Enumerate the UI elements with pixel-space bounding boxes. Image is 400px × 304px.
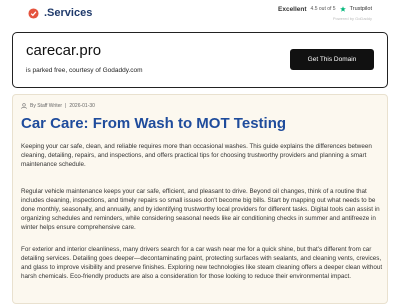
meta-separator: | [65,103,67,109]
article-paragraph: Regular vehicle maintenance keeps your c… [21,188,380,231]
top-bar: .Services Excellent 4.5 out of 5 Trustpi… [0,0,400,26]
brand-label: .Services [44,7,93,19]
article-title: Car Care: From Wash to MOT Testing [21,115,287,132]
article-date: 2026-01-30 [69,103,95,109]
article-paragraph: For exterior and interior cleanliness, m… [21,246,383,280]
domain-parked-card: carecar.pro is parked free, courtesy of … [12,32,388,88]
domain-name: carecar.pro [26,42,102,59]
parked-note: is parked free, courtesy of Godaddy.com [26,67,143,74]
trustpilot-rating: 4.5 out of 5 [310,6,336,12]
services-logo-icon [28,7,39,19]
user-icon [21,103,27,109]
star-icon [339,6,346,12]
article-paragraph: Keeping your car safe, clean, and reliab… [21,143,372,168]
article-meta: By Staff Writer | 2026-01-30 [21,101,95,111]
trustpilot-widget[interactable]: Excellent 4.5 out of 5 Trustpilot Powere… [252,3,372,23]
article-author: By Staff Writer [30,103,63,109]
trustpilot-excellent: Excellent [278,5,307,13]
brand[interactable]: .Services [28,6,92,20]
trustpilot-powered: Powered by GoDaddy [332,16,372,21]
article-card: By Staff Writer | 2026-01-30 Car Care: F… [12,94,388,304]
get-domain-button[interactable]: Get This Domain [290,49,374,70]
trustpilot-logo: Trustpilot [349,6,372,12]
